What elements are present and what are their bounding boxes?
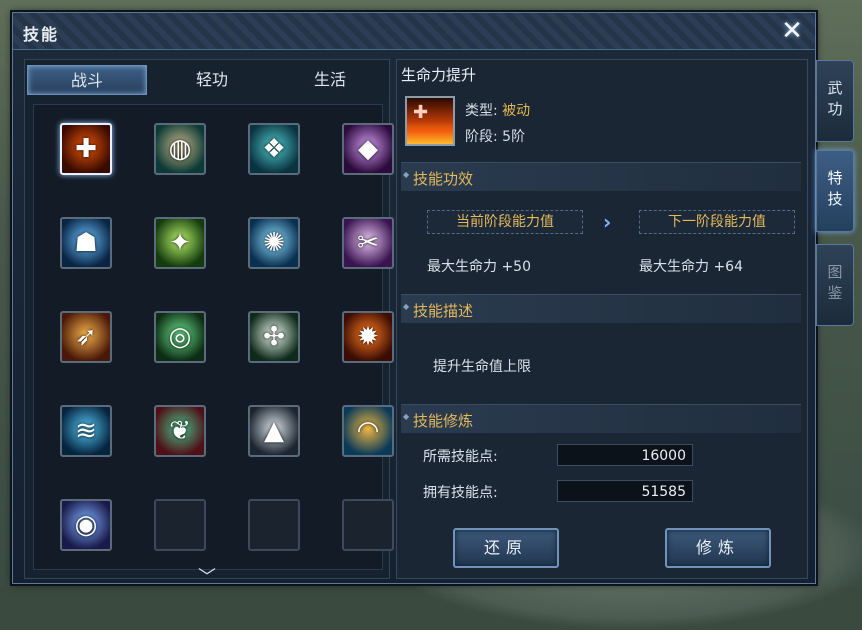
stage-label: 阶段: — [465, 129, 498, 145]
golden-spear-icon: ➶ — [75, 322, 97, 352]
skill-slot[interactable]: ✹ — [342, 311, 394, 363]
green-whirl-icon: ◎ — [168, 322, 192, 352]
purple-axe-icon: ✂ — [357, 228, 379, 258]
reset-button[interactable]: 还原 — [453, 528, 559, 568]
current-stage-label: 当前阶段能力值 — [427, 210, 583, 234]
required-points-label: 所需技能点: — [423, 449, 498, 465]
purple-orb-icon: ◆ — [358, 134, 378, 164]
skill-type-row: 类型: 被动 — [465, 100, 530, 120]
type-label: 类型: — [465, 103, 498, 119]
effect-section-header: 技能功效 — [401, 162, 801, 191]
tab-qinggong[interactable]: 轻功 — [153, 65, 271, 95]
skill-slot[interactable]: ◆ — [342, 123, 394, 175]
ocean-wave-icon: ≋ — [75, 416, 97, 446]
stone-spike-icon: ▲ — [264, 416, 284, 446]
skill-slot[interactable]: ✦ — [154, 217, 206, 269]
description-header-text: 技能描述 — [413, 302, 474, 320]
scroll-down-icon[interactable]: ﹀ — [198, 563, 216, 589]
stage-value: 5阶 — [502, 129, 526, 145]
tab-combat[interactable]: 战斗 — [27, 65, 147, 95]
skill-list-panel: 战斗 轻功 生活 ✚ ◍ ❖ ◆ ☗ ✦ ✺ ✂ ➶ ◎ ✣ ✹ ≋ ❦ ▲ ◠ ◉ — [24, 59, 394, 579]
health-boost-icon: ✚ — [405, 96, 455, 146]
skill-slot[interactable]: ➶ — [60, 311, 112, 363]
sand-dune-icon: ◠ — [356, 416, 380, 446]
owned-points-value: 51585 — [557, 480, 693, 502]
water-splash-icon: ✺ — [263, 228, 285, 258]
skills-window: 技能 ✕ 战斗 轻功 生活 ✚ ◍ ❖ ◆ ☗ ✦ ✺ ✂ ➶ ◎ ✣ ✹ ≋ ❦ ▲ ◠ ◉ ﹀ 生命力提升 … — [12, 12, 816, 588]
skill-slot[interactable]: ◎ — [154, 311, 206, 363]
train-button[interactable]: 修炼 — [665, 528, 771, 568]
skill-slot[interactable]: ▲ — [248, 405, 300, 457]
category-tabs: 战斗 轻功 生活 — [25, 65, 389, 95]
skill-slot[interactable]: ✺ — [248, 217, 300, 269]
vortex-icon: ◉ — [74, 510, 98, 540]
skill-slot[interactable]: ◍ — [154, 123, 206, 175]
side-tab-special-skills[interactable]: 特技 — [816, 150, 854, 232]
current-stage-value: 最大生命力 +50 — [427, 259, 531, 275]
empty-skill-slot[interactable] — [342, 499, 394, 551]
fire-burst-icon: ✹ — [357, 322, 379, 352]
window-title: 技能 — [23, 25, 60, 44]
skill-stage-row: 阶段: 5阶 — [465, 126, 525, 146]
training-section-header: 技能修炼 — [401, 404, 801, 433]
tab-life[interactable]: 生活 — [271, 65, 389, 95]
skill-slot[interactable]: ☗ — [60, 217, 112, 269]
ghost-spirit-icon: ☗ — [74, 228, 98, 258]
skill-slot[interactable]: ✂ — [342, 217, 394, 269]
skill-description: 提升生命值上限 — [433, 359, 531, 375]
title-bar[interactable]: 技能 ✕ — [13, 13, 815, 50]
next-stage-value: 最大生命力 +64 — [639, 259, 743, 275]
skill-slot[interactable]: ≋ — [60, 405, 112, 457]
owned-points-label: 拥有技能点: — [423, 485, 498, 501]
skill-slot[interactable]: ◠ — [342, 405, 394, 457]
empty-skill-slot[interactable] — [154, 499, 206, 551]
required-points-value: 16000 — [557, 444, 693, 466]
training-header-text: 技能修炼 — [413, 412, 474, 430]
skill-slot[interactable]: ✣ — [248, 311, 300, 363]
close-icon[interactable]: ✕ — [779, 18, 805, 45]
next-stage-label: 下一阶段能力值 — [639, 210, 795, 234]
skill-slot[interactable]: ◉ — [60, 499, 112, 551]
skill-slot[interactable]: ❦ — [154, 405, 206, 457]
chevron-right-icon: › — [603, 210, 612, 234]
green-blade-icon: ✦ — [169, 228, 191, 258]
empty-skill-slot[interactable] — [248, 499, 300, 551]
health-boost-icon: ✚ — [75, 134, 97, 164]
shuriken-icon: ✣ — [263, 322, 285, 352]
description-section-header: 技能描述 — [401, 294, 801, 323]
skill-slot[interactable]: ✚ — [60, 123, 112, 175]
skill-slot[interactable]: ❖ — [248, 123, 300, 175]
skill-name: 生命力提升 — [401, 66, 477, 84]
skill-grid: ✚ ◍ ❖ ◆ ☗ ✦ ✺ ✂ ➶ ◎ ✣ ✹ ≋ ❦ ▲ ◠ ◉ — [33, 104, 394, 570]
turtle-shell-icon: ◍ — [168, 134, 192, 164]
water-beast-icon: ❖ — [262, 134, 286, 164]
side-tab-codex[interactable]: 图鉴 — [816, 244, 854, 326]
effect-header-text: 技能功效 — [413, 170, 474, 188]
side-tab-martial-arts[interactable]: 武功 — [816, 60, 854, 142]
skill-detail-panel: 生命力提升 ✚ 类型: 被动 阶段: 5阶 技能功效 当前阶段能力值 › 下一阶… — [396, 59, 808, 579]
jade-vine-icon: ❦ — [169, 416, 191, 446]
type-value: 被动 — [502, 103, 531, 119]
